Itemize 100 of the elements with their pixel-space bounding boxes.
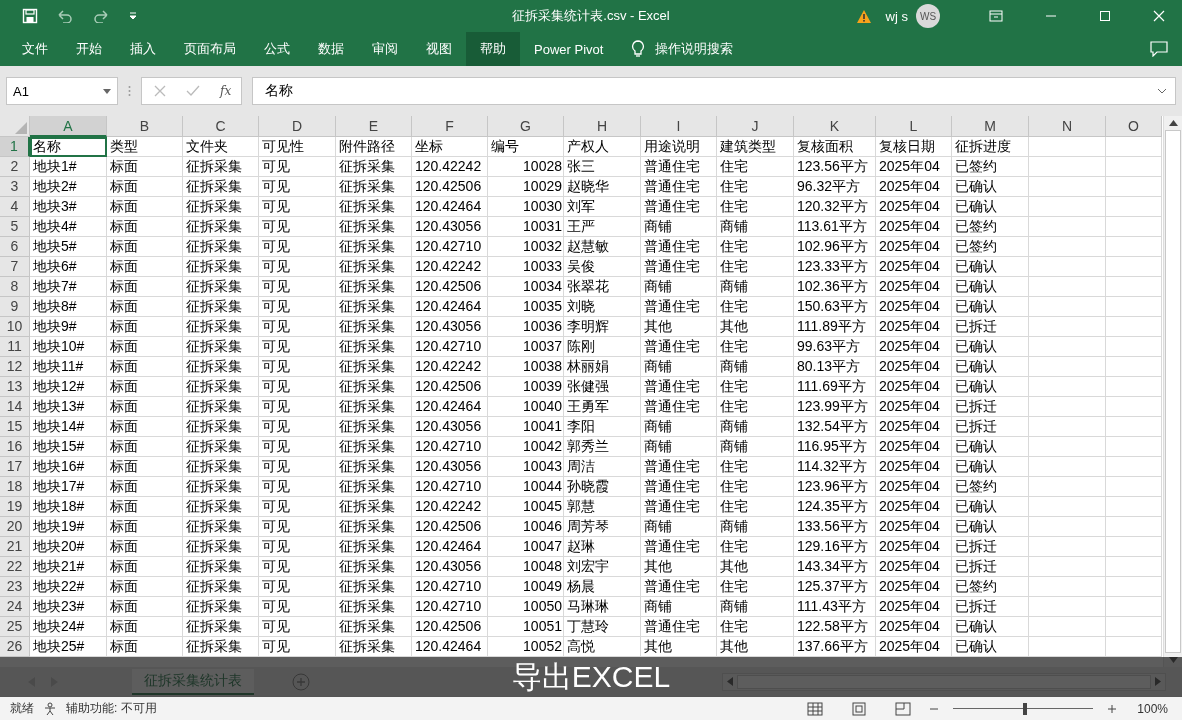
accessibility-status[interactable]: 辅助功能: 不可用 [66, 700, 157, 717]
ribbon-tab[interactable]: 审阅 [358, 32, 412, 66]
row-header[interactable]: 17 [0, 457, 30, 477]
table-cell: 王勇军 [564, 397, 641, 417]
table-cell: 120.42710 [412, 477, 488, 497]
table-cell: 123.33平方 [794, 257, 876, 277]
column-header[interactable]: O [1106, 116, 1162, 137]
row-header[interactable]: 20 [0, 517, 30, 537]
table-cell: 住宅 [717, 197, 794, 217]
table-cell: 2025年04 [876, 417, 952, 437]
user-avatar[interactable]: WS [916, 4, 940, 28]
row-header[interactable]: 6 [0, 237, 30, 257]
row-header[interactable]: 1 [0, 137, 30, 157]
row-header[interactable]: 4 [0, 197, 30, 217]
table-cell: 120.42242 [412, 357, 488, 377]
table-cell: 可见 [259, 437, 336, 457]
row-header[interactable]: 21 [0, 537, 30, 557]
column-header[interactable]: A [30, 116, 107, 137]
scroll-up-icon[interactable] [1168, 120, 1178, 126]
tell-me-search[interactable]: 操作说明搜索 [655, 40, 734, 58]
page-layout-icon[interactable] [851, 701, 868, 716]
ribbon-tab[interactable]: Power Pivot [520, 32, 618, 66]
insert-function-button[interactable]: fx [220, 84, 232, 98]
row-header[interactable]: 15 [0, 417, 30, 437]
row-header[interactable]: 18 [0, 477, 30, 497]
row-header[interactable]: 3 [0, 177, 30, 197]
column-header[interactable]: H [564, 116, 641, 137]
undo-icon[interactable] [56, 9, 74, 23]
lightbulb-icon[interactable] [631, 40, 646, 58]
row-header[interactable]: 16 [0, 437, 30, 457]
table-cell: 赵琳 [564, 537, 641, 557]
row-header[interactable]: 13 [0, 377, 30, 397]
normal-view-icon[interactable] [807, 701, 824, 716]
table-cell: 马琳琳 [564, 597, 641, 617]
column-header[interactable]: D [259, 116, 336, 137]
row-header[interactable]: 24 [0, 597, 30, 617]
column-header[interactable]: J [717, 116, 794, 137]
table-cell: 地块15# [30, 437, 107, 457]
table-cell: 可见 [259, 577, 336, 597]
zoom-level[interactable]: 100% [1137, 701, 1168, 716]
row-header[interactable]: 8 [0, 277, 30, 297]
column-header[interactable]: N [1029, 116, 1106, 137]
maximize-icon[interactable] [1099, 10, 1111, 22]
column-header[interactable]: L [876, 116, 952, 137]
table-cell: 标面 [107, 557, 183, 577]
column-header[interactable]: F [412, 116, 488, 137]
row-header[interactable]: 7 [0, 257, 30, 277]
table-cell: 征拆采集 [183, 477, 259, 497]
row-header[interactable]: 25 [0, 617, 30, 637]
ribbon-tab[interactable]: 插入 [116, 32, 170, 66]
ribbon-tab[interactable]: 帮助 [466, 32, 520, 66]
table-cell: 地块4# [30, 217, 107, 237]
ribbon-display-icon[interactable] [989, 10, 1003, 22]
name-box[interactable]: A1 [6, 77, 118, 105]
column-header[interactable]: E [336, 116, 412, 137]
ribbon-tab[interactable]: 数据 [304, 32, 358, 66]
column-header[interactable]: M [952, 116, 1029, 137]
row-header[interactable]: 22 [0, 557, 30, 577]
row-header[interactable]: 19 [0, 497, 30, 517]
column-header[interactable]: I [641, 116, 717, 137]
row-header[interactable]: 2 [0, 157, 30, 177]
table-cell: 已拆迁 [952, 397, 1029, 417]
row-header[interactable]: 12 [0, 357, 30, 377]
row-header[interactable]: 10 [0, 317, 30, 337]
expand-icon[interactable] [1157, 88, 1167, 94]
comment-icon[interactable] [1150, 41, 1168, 57]
save-icon[interactable] [22, 8, 38, 24]
ribbon-tab[interactable]: 开始 [62, 32, 116, 66]
table-cell: 10043 [488, 457, 564, 477]
ribbon-tab[interactable]: 页面布局 [170, 32, 250, 66]
ribbon-tab[interactable]: 视图 [412, 32, 466, 66]
row-header[interactable]: 14 [0, 397, 30, 417]
ribbon-tab[interactable]: 公式 [250, 32, 304, 66]
row-header[interactable]: 23 [0, 577, 30, 597]
row-header[interactable]: 5 [0, 217, 30, 237]
table-cell: 商铺 [717, 417, 794, 437]
ribbon-tab[interactable]: 文件 [8, 32, 62, 66]
table-cell: 标面 [107, 377, 183, 397]
redo-icon[interactable] [92, 9, 110, 23]
accessibility-icon[interactable] [42, 701, 58, 716]
page-break-icon[interactable] [895, 701, 912, 716]
table-cell: 96.32平方 [794, 177, 876, 197]
customize-icon[interactable] [128, 11, 138, 21]
zoom-in-icon[interactable] [1107, 703, 1118, 714]
row-header[interactable]: 26 [0, 637, 30, 657]
row-header[interactable]: 11 [0, 337, 30, 357]
column-header[interactable]: K [794, 116, 876, 137]
formula-field[interactable]: 名称 [252, 77, 1176, 105]
close-icon[interactable] [1153, 10, 1165, 22]
table-cell: 可见 [259, 457, 336, 477]
table-cell: 129.16平方 [794, 537, 876, 557]
table-cell: 143.34平方 [794, 557, 876, 577]
table-cell: 标面 [107, 457, 183, 477]
column-header[interactable]: B [107, 116, 183, 137]
column-header[interactable]: G [488, 116, 564, 137]
caret-icon[interactable] [103, 88, 111, 94]
column-header[interactable]: C [183, 116, 259, 137]
table-cell: 111.89平方 [794, 317, 876, 337]
user-name[interactable]: wj s [885, 8, 908, 24]
row-header[interactable]: 9 [0, 297, 30, 317]
